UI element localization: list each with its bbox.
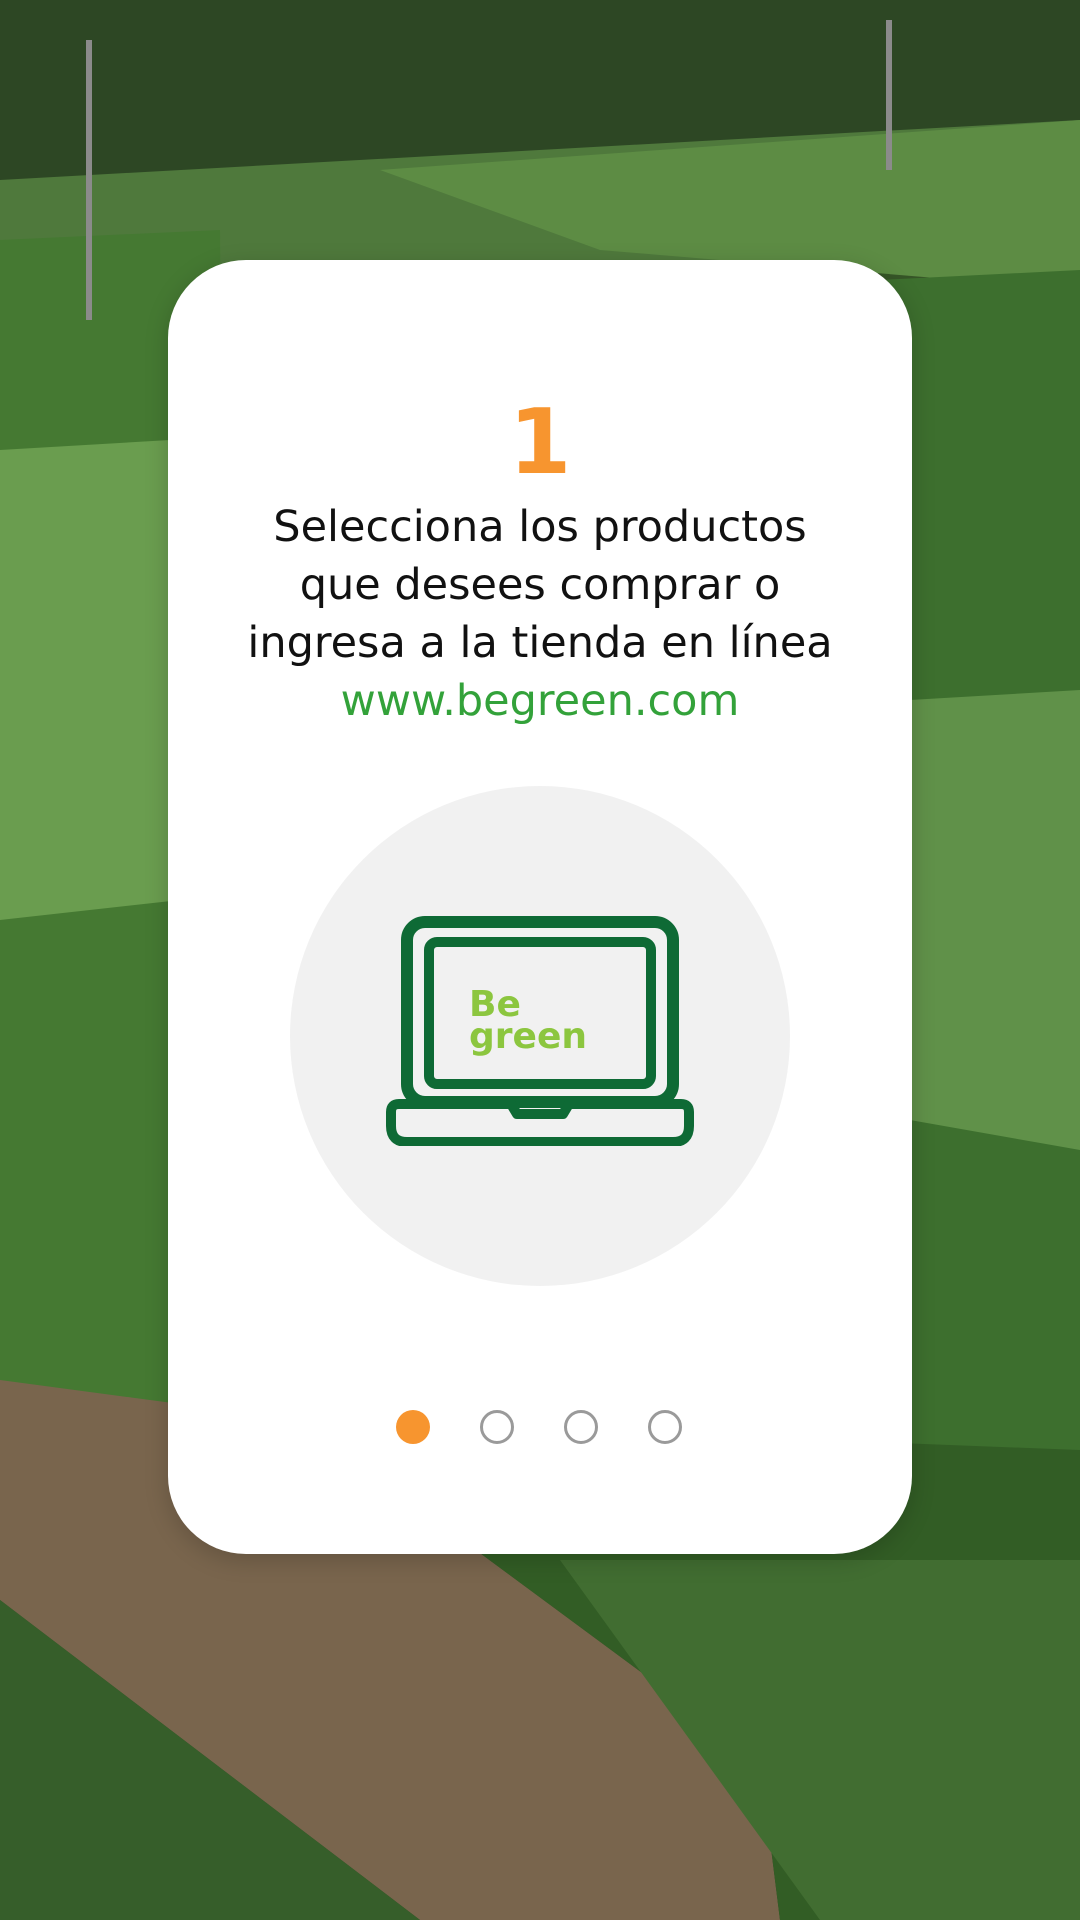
page-dot-3[interactable] <box>564 1410 598 1444</box>
onboarding-card: 1 Selecciona los productos que desees co… <box>168 260 912 1554</box>
step-description-line: Selecciona los productos <box>273 502 807 552</box>
step-description-line: ingresa a la tienda en línea <box>247 618 833 668</box>
step-description-line: que desees comprar o <box>299 560 781 610</box>
step-number: 1 <box>508 390 572 495</box>
page-dot-1[interactable] <box>396 1410 430 1444</box>
illustration-circle: Be green <box>290 786 790 1286</box>
page-dot-2[interactable] <box>480 1410 514 1444</box>
logo-green: green <box>469 1016 587 1057</box>
pagination-dots <box>168 1410 912 1446</box>
step-description: Selecciona los productos que desees comp… <box>198 498 882 730</box>
store-link[interactable]: www.begreen.com <box>198 672 882 730</box>
page-dot-4[interactable] <box>648 1410 682 1444</box>
laptop-icon: Be green <box>386 916 694 1146</box>
